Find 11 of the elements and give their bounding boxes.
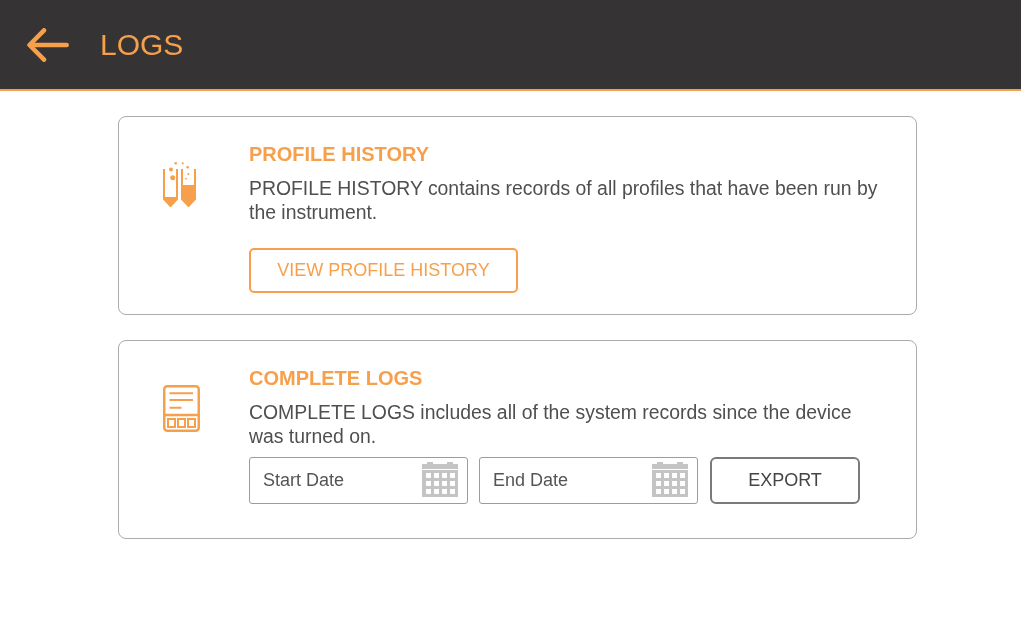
page-title: LOGS	[100, 27, 184, 62]
section-description: PROFILE HISTORY contains records of all profiles that have been run by the instrument.	[249, 176, 879, 224]
section-description: COMPLETE LOGS includes all of the system records since the device was turned on.	[249, 400, 853, 448]
date-field[interactable]: Start Date	[249, 457, 468, 504]
date-field[interactable]: End Date	[479, 457, 698, 504]
export-button[interactable]: EXPORT	[710, 457, 860, 504]
section-title: COMPLETE LOGS	[249, 366, 424, 390]
document-icon	[163, 385, 200, 432]
section-title: PROFILE HISTORY	[249, 142, 431, 166]
test-tubes-icon	[163, 161, 197, 207]
back-button[interactable]	[27, 28, 69, 62]
